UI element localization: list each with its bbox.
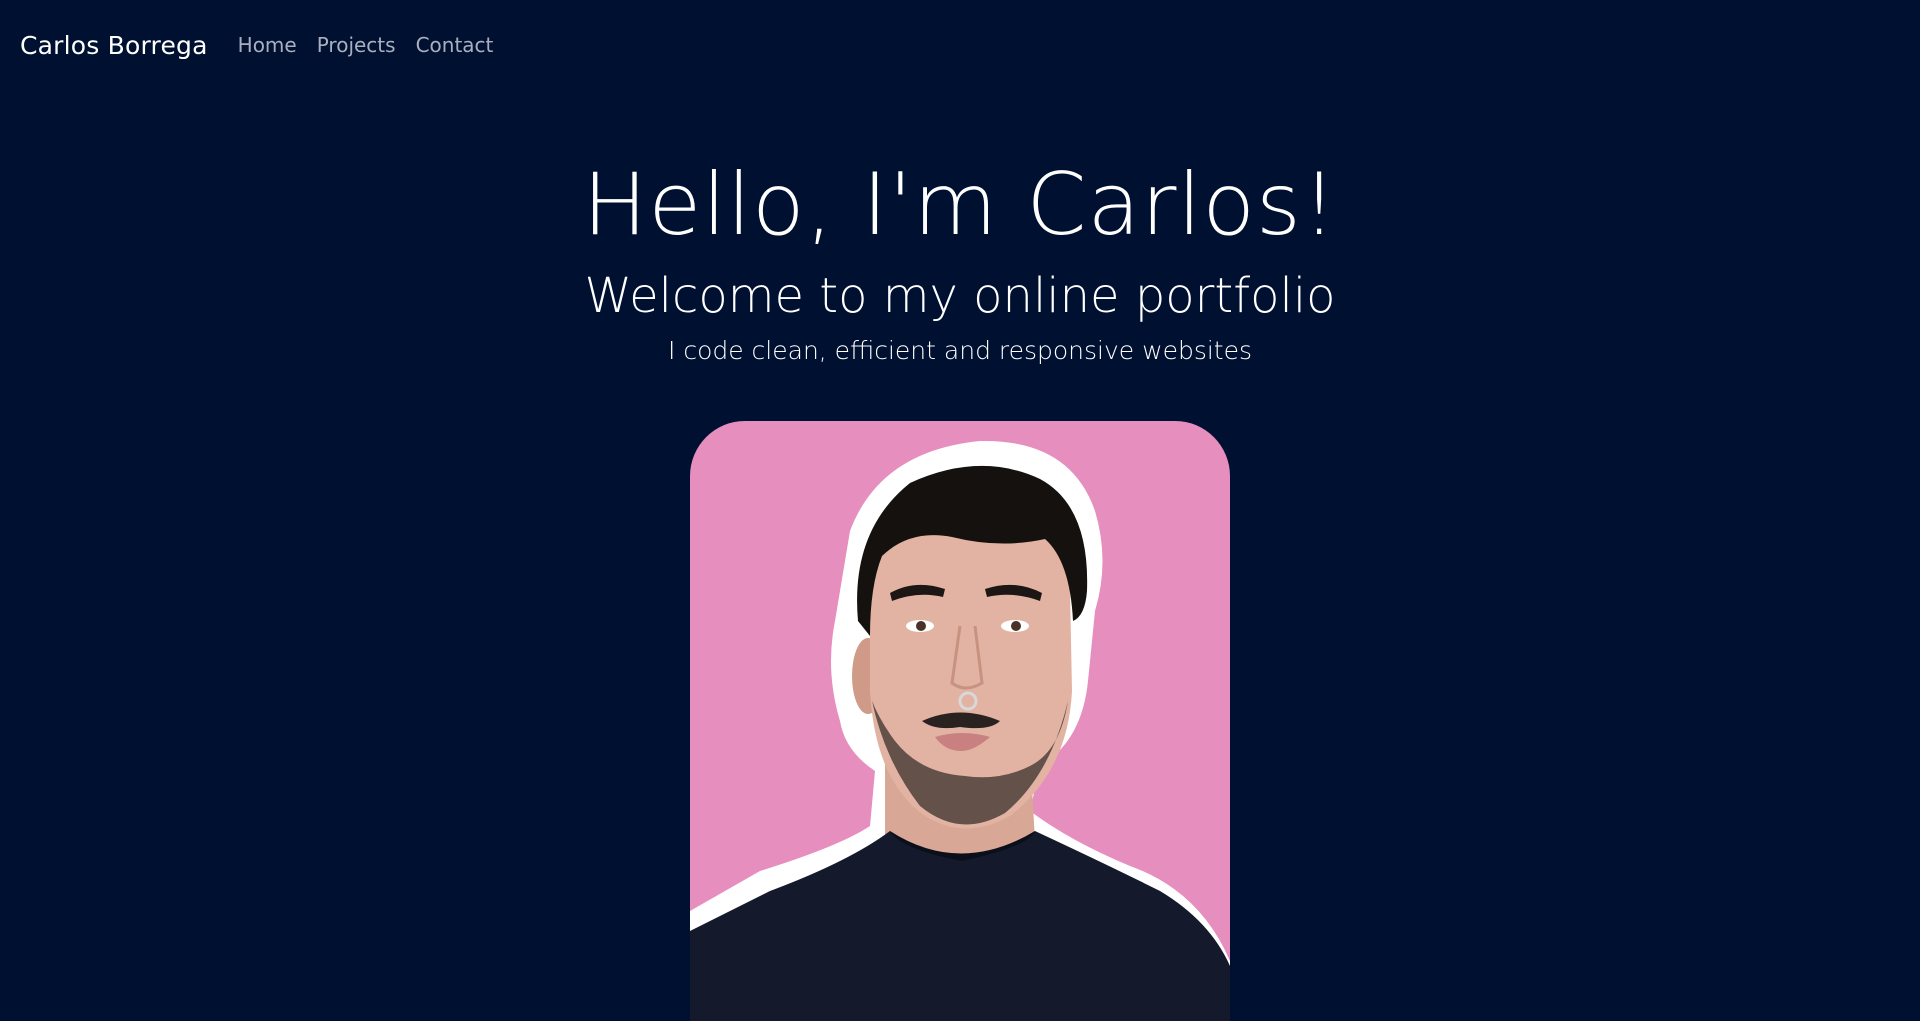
hero-section: Hello, I'm Carlos! Welcome to my online … [0, 150, 1920, 368]
navbar: Carlos Borrega Home Projects Contact [0, 0, 1920, 90]
hero-title: Hello, I'm Carlos! [582, 155, 1338, 255]
brand-link[interactable]: Carlos Borrega [20, 31, 208, 60]
nav-link-home[interactable]: Home [238, 33, 297, 57]
hero-subtitle: Welcome to my online portfolio [584, 268, 1336, 324]
hero-tagline: I code clean, efficient and responsive w… [668, 336, 1252, 365]
nav-link-contact[interactable]: Contact [416, 33, 494, 57]
portrait-photo [690, 421, 1230, 1021]
portrait-illustration [690, 440, 1230, 1021]
nav-link-projects[interactable]: Projects [317, 33, 396, 57]
